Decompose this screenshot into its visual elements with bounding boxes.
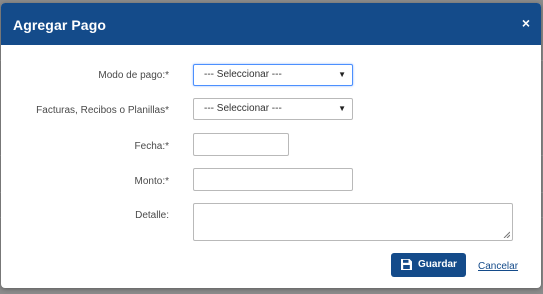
date-input[interactable] bbox=[193, 133, 289, 156]
invoices-select[interactable]: --- Seleccionar --- ▼ bbox=[193, 98, 353, 120]
detail-textarea[interactable] bbox=[193, 203, 513, 241]
invoices-selected-value: --- Seleccionar --- bbox=[204, 103, 282, 114]
add-payment-dialog: Agregar Pago × Modo de pago:* --- Selecc… bbox=[1, 3, 541, 288]
save-button[interactable]: Guardar bbox=[391, 253, 466, 277]
invoices-label: Facturas, Recibos o Planillas* bbox=[36, 105, 169, 116]
payment-mode-select[interactable]: --- Seleccionar --- ▼ bbox=[193, 64, 353, 86]
dialog-title: Agregar Pago bbox=[13, 17, 106, 33]
detail-label: Detalle: bbox=[135, 210, 169, 221]
floppy-icon bbox=[401, 259, 412, 270]
close-icon[interactable]: × bbox=[522, 16, 530, 30]
dialog-header: Agregar Pago × bbox=[1, 3, 541, 45]
chevron-down-icon: ▼ bbox=[338, 104, 346, 113]
save-button-label: Guardar bbox=[418, 259, 457, 270]
chevron-down-icon: ▼ bbox=[338, 70, 346, 79]
amount-label: Monto:* bbox=[134, 176, 169, 187]
payment-mode-selected-value: --- Seleccionar --- bbox=[204, 69, 282, 80]
cancel-link[interactable]: Cancelar bbox=[478, 261, 518, 272]
date-label: Fecha:* bbox=[134, 141, 169, 152]
amount-input[interactable] bbox=[193, 168, 353, 191]
payment-mode-label: Modo de pago:* bbox=[98, 70, 169, 81]
resize-handle-icon[interactable] bbox=[503, 231, 510, 238]
